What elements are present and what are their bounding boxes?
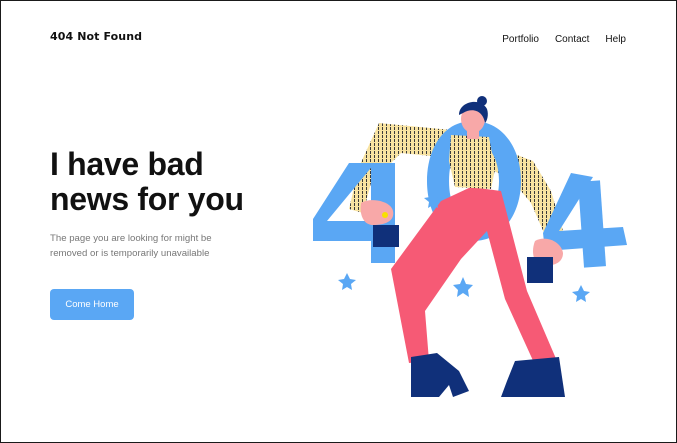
page: 404 Not Found Portfolio Contact Help I h…	[0, 0, 677, 443]
headline-line-2: news for you	[50, 181, 244, 217]
come-home-button[interactable]: Come Home	[50, 289, 134, 320]
right-hand	[527, 238, 563, 283]
hair-bun	[477, 96, 487, 106]
page-subtitle: The page you are looking for might be rem…	[50, 232, 250, 261]
woman-holding-404-illustration	[313, 96, 627, 397]
shoe-right	[501, 357, 565, 397]
nav-link-contact[interactable]: Contact	[555, 34, 589, 45]
top-nav: Portfolio Contact Help	[502, 34, 626, 45]
headline-line-1: I have bad	[50, 146, 204, 182]
subtitle-line-2: removed or is temporarily unavailable	[50, 247, 210, 259]
page-headline: I have bad news for you	[50, 147, 244, 217]
nav-link-help[interactable]: Help	[605, 34, 626, 45]
sweater-torso	[449, 135, 495, 189]
nav-link-portfolio[interactable]: Portfolio	[502, 34, 539, 45]
subtitle-line-1: The page you are looking for might be	[50, 233, 212, 244]
shoe-left	[411, 353, 469, 397]
site-logo[interactable]: 404 Not Found	[50, 30, 142, 43]
